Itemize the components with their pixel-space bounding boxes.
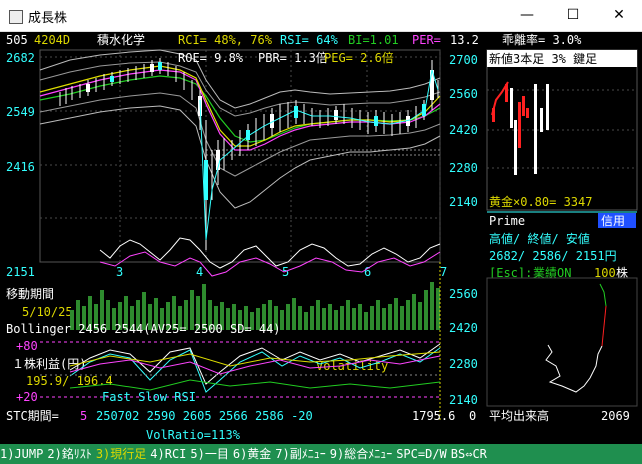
moving-period-label: 移動期間 xyxy=(6,287,54,301)
fkey-ichimoku[interactable]: 5)一目 xyxy=(190,447,228,461)
function-key-bar: 1)JUMP 2)銘ﾘｽﾄ 3)現行足 4)RCI 5)一目 6)黄金 7)副ﾒﾆｭｰ 9)総… xyxy=(0,444,642,464)
roe-readout: ROE= 9.8% xyxy=(178,51,244,65)
per-value: 13.2 xyxy=(450,33,479,47)
rci-readout: RCI= 48%, 76% xyxy=(178,33,273,47)
avg-volume-label: 平均出来高 xyxy=(489,408,549,423)
volume-price-trail-red xyxy=(601,305,607,347)
eps-values: 195.9/ 196.4 xyxy=(26,374,113,388)
fkey-current-bar[interactable]: 3)現行足 xyxy=(96,447,146,461)
eps-label: １株利益(円) xyxy=(12,356,86,371)
bollinger-upper-inner xyxy=(39,61,441,117)
close-button[interactable]: ✕ xyxy=(596,0,642,31)
fkey-bs-cr[interactable]: BS⇔CR xyxy=(451,447,487,461)
bi-readout: BI=1.01 xyxy=(348,33,399,47)
vol-y-tick-2420: 2420 xyxy=(449,321,478,335)
right-y-tick-2420: 2420 xyxy=(449,123,478,137)
stc-values: 250702 2590 2605 2566 2586 -20 xyxy=(96,409,313,423)
bottom-right-zero: 0 xyxy=(469,409,476,423)
app-icon xyxy=(9,10,23,24)
candlesticks xyxy=(59,58,439,250)
fast-slow-rsi-label: Fast Slow RSI xyxy=(102,390,196,404)
right-y-tick-2280: 2280 xyxy=(449,161,478,175)
moving-period-value: 5/10/25 xyxy=(22,305,73,319)
window-title: 成長株 xyxy=(28,11,68,26)
stock-code: 505 xyxy=(6,33,28,47)
vol-y-tick-2140: 2140 xyxy=(449,393,478,407)
new-price-bars xyxy=(491,81,549,175)
bollinger-readout: Bollinger 2456 2544(AV25= 2500 SD= 44) xyxy=(6,322,281,336)
volume-price-trail xyxy=(545,344,603,393)
right-y-tick-2700: 2700 xyxy=(449,53,478,67)
pbr-readout: PBR= 1.3倍 xyxy=(258,50,328,65)
y-tick-2549: 2549 xyxy=(6,105,35,119)
avg-volume-value: 2069 xyxy=(601,409,630,423)
title-bar: 成長株 — ☐ ✕ xyxy=(0,0,642,32)
fkey-rci[interactable]: 4)RCI xyxy=(150,447,186,461)
stc-right-value: 1795.6 xyxy=(412,409,455,423)
vol-y-tick-2560: 2560 xyxy=(449,287,478,301)
x-tick-7: 7 xyxy=(440,265,447,279)
maximize-button[interactable]: ☐ xyxy=(550,0,596,31)
vol-ratio: VolRatio=113% xyxy=(146,428,241,442)
hl-values: 2682/ 2586/ 2151円 xyxy=(489,249,617,263)
x-tick-3: 3 xyxy=(116,265,123,279)
candle-bodies xyxy=(86,62,434,200)
y-tick-2151: 2151 xyxy=(6,265,35,279)
minimize-button[interactable]: — xyxy=(504,0,550,31)
fkey-sub-menu[interactable]: 7)副ﾒﾆｭｰ xyxy=(275,447,325,461)
per-label: PER= xyxy=(412,33,441,47)
fkey-spc[interactable]: SPC=D/W xyxy=(396,447,447,461)
fkey-gold[interactable]: 6)黄金 xyxy=(233,447,271,461)
volume-price-trail-green xyxy=(599,283,607,307)
market-label: Prime xyxy=(489,214,525,228)
fkey-main-menu[interactable]: 9)総合ﾒﾆｭｰ xyxy=(330,447,392,461)
y-tick-2416: 2416 xyxy=(6,160,35,174)
peg-readout: PEG= 2.6倍 xyxy=(324,50,394,65)
y-tick-2682: 2682 xyxy=(6,51,35,65)
x-tick-4: 4 xyxy=(196,265,203,279)
chart-screen: 505 4204D 積水化学 RCI= 48%, 76% RSI= 64% BI… xyxy=(6,32,638,442)
hl-label: 高値/ 終値/ 安値 xyxy=(489,231,590,246)
right-y-tick-2140: 2140 xyxy=(449,195,478,209)
stc-period-label: STC期間= xyxy=(6,409,59,423)
gold-ratio: 黄金×0.80= 3347 xyxy=(489,194,592,209)
deviation-readout: 乖離率= 3.0% xyxy=(502,32,582,47)
stc-period-value: 5 xyxy=(80,409,87,423)
credit-label: 信用 xyxy=(601,214,625,228)
right-y-tick-2560: 2560 xyxy=(449,87,478,101)
stc-green-line xyxy=(69,379,441,391)
scatter-frame xyxy=(486,277,638,407)
ticker: 4204D xyxy=(34,33,70,47)
fkey-stock-list[interactable]: 2)銘ﾘｽﾄ xyxy=(47,447,91,461)
rsi-readout: RSI= 64% xyxy=(280,33,339,47)
stc-plus20: +20 xyxy=(16,390,38,404)
oscillator-magenta xyxy=(99,251,441,277)
vol-y-tick-2280: 2280 xyxy=(449,357,478,371)
stock-name: 積水化学 xyxy=(97,32,145,47)
fkey-jump[interactable]: 1)JUMP xyxy=(0,447,43,461)
new-price-chart-label: 新値3本足 3% 鍵足 xyxy=(489,51,597,66)
stc-plus80: +80 xyxy=(16,339,38,353)
